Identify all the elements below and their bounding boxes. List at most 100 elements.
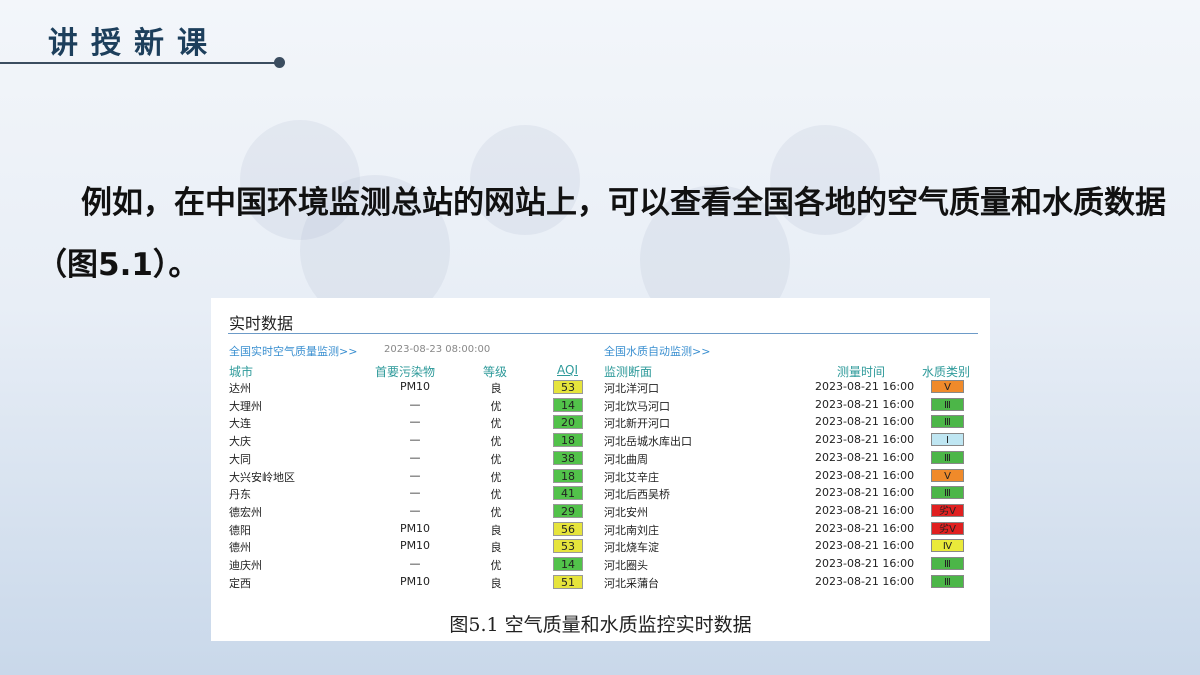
- header-divider: [0, 62, 280, 64]
- cell-aqi: 18: [553, 433, 583, 448]
- table-row: 大庆 — 优 18 河北岳城水库出口 2023-08-21 16:00 Ⅰ: [211, 431, 990, 449]
- cell-aqi: 29: [553, 503, 583, 518]
- cell-city: 大兴安岭地区: [229, 470, 295, 484]
- cell-pollutant: —: [409, 503, 421, 517]
- cell-aqi: 14: [553, 557, 583, 571]
- cell-water-class: Ⅴ: [931, 468, 964, 482]
- table-row: 大同 — 优 38 河北曲周 2023-08-21 16:00 Ⅲ: [211, 449, 990, 467]
- cell-time: 2023-08-21 16:00: [815, 468, 915, 482]
- cell-city: 德阳: [229, 523, 251, 537]
- cell-aqi: 14: [553, 397, 583, 412]
- cell-water-class: Ⅰ: [931, 433, 964, 447]
- cell-water-class: Ⅲ: [931, 415, 964, 429]
- cell-pollutant: PM10: [399, 521, 431, 535]
- cell-water-class: Ⅲ: [931, 450, 964, 464]
- table-row: 大连 — 优 20 河北新开河口 2023-08-21 16:00 Ⅲ: [211, 413, 990, 431]
- cell-aqi: 38: [553, 450, 583, 465]
- cell-time: 2023-08-21 16:00: [815, 433, 915, 447]
- cell-city: 德州: [229, 541, 251, 555]
- cell-city: 大同: [229, 452, 251, 466]
- cell-city: 定西: [229, 576, 251, 590]
- cell-level: 优: [490, 417, 502, 431]
- cell-level: 良: [490, 541, 502, 555]
- cell-level: 良: [490, 523, 502, 537]
- body-paragraph: 例如，在中国环境监测总站的网站上，可以查看全国各地的空气质量和水质数据（图5.1…: [36, 185, 1166, 283]
- air-quality-link[interactable]: 全国实时空气质量监测>>: [229, 343, 357, 359]
- table-row: 大兴安岭地区 — 优 18 河北艾辛庄 2023-08-21 16:00 Ⅴ: [211, 467, 990, 485]
- figure-title-rule: [228, 333, 978, 334]
- cell-aqi: 18: [553, 468, 583, 483]
- cell-water-class: Ⅴ: [931, 380, 964, 393]
- cell-city: 大庆: [229, 435, 251, 449]
- cell-site: 河北新开河口: [604, 417, 670, 431]
- figure-caption: 图5.1 空气质量和水质监控实时数据: [449, 614, 752, 636]
- cell-time: 2023-08-21 16:00: [815, 450, 915, 464]
- cell-time: 2023-08-21 16:00: [815, 574, 915, 588]
- cell-water-class: Ⅲ: [931, 486, 964, 500]
- cell-water-class: Ⅲ: [931, 557, 964, 570]
- air-quality-timestamp: 2023-08-23 08:00:00: [384, 344, 491, 355]
- cell-time: 2023-08-21 16:00: [815, 521, 915, 535]
- cell-site: 河北曲周: [604, 452, 648, 466]
- cell-site: 河北岳城水库出口: [604, 435, 692, 449]
- cell-pollutant: PM10: [399, 539, 431, 553]
- cell-aqi: 51: [553, 574, 583, 589]
- cell-pollutant: PM10: [399, 574, 431, 588]
- table-row: 达州 PM10 良 53 河北洋河口 2023-08-21 16:00 Ⅴ: [211, 378, 990, 396]
- water-quality-link[interactable]: 全国水质自动监测>>: [604, 343, 710, 359]
- cell-site: 河北饮马河口: [604, 399, 670, 413]
- cell-site: 河北烧车淀: [604, 541, 659, 555]
- cell-level: 优: [490, 488, 502, 502]
- cell-time: 2023-08-21 16:00: [815, 503, 915, 517]
- cell-site: 河北艾辛庄: [604, 470, 659, 484]
- cell-level: 优: [490, 559, 502, 572]
- cell-site: 河北后西吴桥: [604, 488, 670, 502]
- figure-title: 实时数据: [229, 314, 294, 333]
- header-divider-dot: [274, 57, 285, 68]
- cell-city: 迪庆州: [229, 559, 262, 572]
- cell-aqi: 41: [553, 486, 583, 501]
- cell-water-class: 劣Ⅴ: [931, 521, 964, 535]
- table-row: 德宏州 — 优 29 河北安州 2023-08-21 16:00 劣Ⅴ: [211, 502, 990, 520]
- cell-level: 良: [490, 382, 502, 395]
- cell-time: 2023-08-21 16:00: [815, 397, 915, 411]
- cell-time: 2023-08-21 16:00: [815, 415, 915, 429]
- cell-site: 河北圈头: [604, 559, 648, 572]
- table-row: 大理州 — 优 14 河北饮马河口 2023-08-21 16:00 Ⅲ: [211, 396, 990, 414]
- cell-level: 良: [490, 576, 502, 590]
- cell-pollutant: PM10: [399, 380, 431, 393]
- cell-site: 河北采蒲台: [604, 576, 659, 590]
- cell-level: 优: [490, 399, 502, 413]
- cell-time: 2023-08-21 16:00: [815, 557, 915, 570]
- cell-pollutant: —: [409, 468, 421, 482]
- cell-water-class: Ⅲ: [931, 397, 964, 411]
- cell-site: 河北南刘庄: [604, 523, 659, 537]
- cell-city: 丹东: [229, 488, 251, 502]
- cell-water-class: Ⅲ: [931, 574, 964, 588]
- cell-city: 达州: [229, 382, 251, 395]
- cell-city: 大连: [229, 417, 251, 431]
- table-row: 迪庆州 — 优 14 河北圈头 2023-08-21 16:00 Ⅲ: [211, 555, 990, 573]
- cell-aqi: 56: [553, 521, 583, 536]
- cell-level: 优: [490, 470, 502, 484]
- header-aqi: AQI: [557, 363, 578, 377]
- cell-aqi: 53: [553, 380, 583, 394]
- cell-water-class: 劣Ⅴ: [931, 503, 964, 517]
- cell-city: 德宏州: [229, 505, 262, 519]
- cell-pollutant: —: [409, 450, 421, 464]
- table-row: 德阳 PM10 良 56 河北南刘庄 2023-08-21 16:00 劣Ⅴ: [211, 520, 990, 538]
- cell-pollutant: —: [409, 397, 421, 411]
- cell-pollutant: —: [409, 557, 421, 570]
- section-title: 讲授新课: [48, 26, 220, 61]
- cell-level: 优: [490, 505, 502, 519]
- table-row: 德州 PM10 良 53 河北烧车淀 2023-08-21 16:00 Ⅳ: [211, 537, 990, 555]
- cell-time: 2023-08-21 16:00: [815, 539, 915, 553]
- cell-time: 2023-08-21 16:00: [815, 380, 915, 393]
- cell-city: 大理州: [229, 399, 262, 413]
- monitoring-figure: 实时数据 全国实时空气质量监测>> 2023-08-23 08:00:00 全国…: [211, 298, 990, 641]
- cell-site: 河北洋河口: [604, 382, 659, 395]
- cell-pollutant: —: [409, 415, 421, 429]
- cell-aqi: 20: [553, 415, 583, 430]
- cell-time: 2023-08-21 16:00: [815, 486, 915, 500]
- cell-site: 河北安州: [604, 505, 648, 519]
